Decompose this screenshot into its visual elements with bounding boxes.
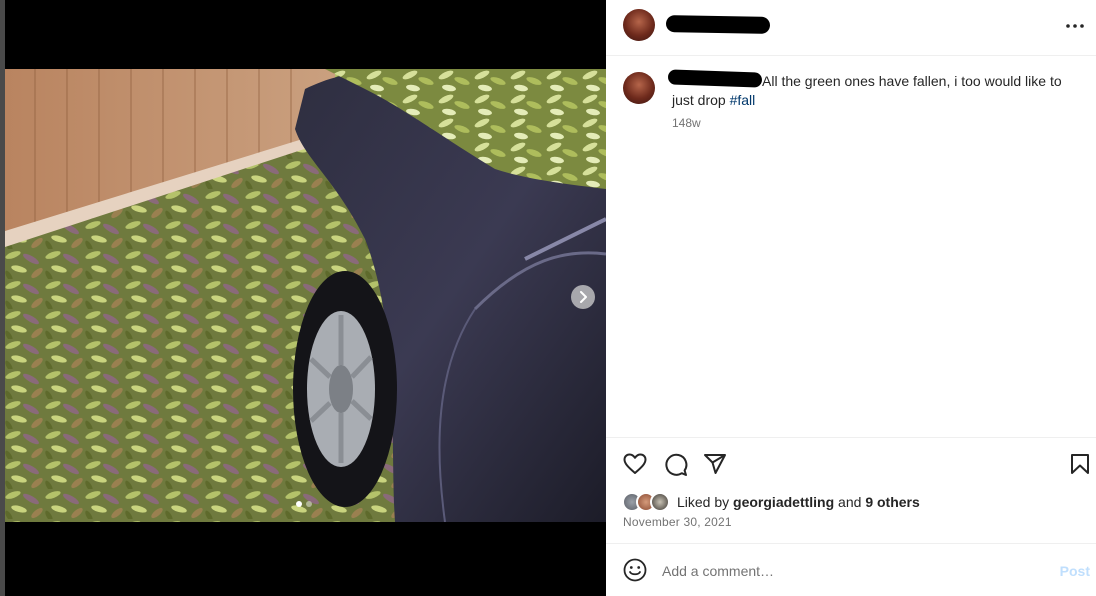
comment-icon: [665, 453, 688, 476]
like-button[interactable]: [623, 453, 647, 480]
likes-prefix: Liked by: [677, 494, 734, 510]
carousel-dot-active: [296, 501, 302, 507]
bookmark-icon: [1071, 454, 1089, 474]
emoji-icon: [623, 558, 647, 582]
emoji-button[interactable]: [623, 558, 647, 587]
redacted-username: [665, 15, 771, 34]
more-options-icon: [1066, 24, 1084, 28]
comment-button[interactable]: [664, 453, 688, 482]
author-avatar[interactable]: [623, 9, 655, 41]
liker-avatar: [650, 492, 670, 512]
post-photo: [5, 69, 606, 522]
comment-bar: Post: [606, 543, 1096, 596]
caption-author-avatar[interactable]: [623, 72, 655, 104]
action-bar: [606, 437, 1096, 492]
likes-text: Liked by georgiadettling and 9 others: [677, 494, 920, 510]
caption-time-ago[interactable]: 148w: [672, 116, 701, 130]
carousel-indicator: [296, 501, 312, 507]
post-header: [606, 0, 1096, 56]
save-button[interactable]: [1070, 453, 1090, 480]
post-media: [0, 0, 606, 596]
carousel-next-button[interactable]: [571, 285, 595, 309]
heart-icon: [623, 453, 647, 474]
carousel-dot: [306, 501, 312, 507]
liker-avatars: [622, 492, 672, 512]
share-icon: [704, 454, 726, 474]
post-panel: All the green ones have fallen, i too wo…: [606, 0, 1096, 596]
more-options-button[interactable]: [1064, 16, 1086, 36]
post-date[interactable]: November 30, 2021: [623, 515, 732, 529]
likes-summary: Liked by georgiadettling and 9 others: [622, 492, 920, 512]
post-comment-button[interactable]: Post: [1060, 563, 1090, 579]
liked-by-user-link[interactable]: georgiadettling: [733, 494, 834, 510]
share-button[interactable]: [703, 453, 727, 480]
hashtag-link[interactable]: #fall: [730, 92, 756, 108]
chevron-right-icon: [580, 291, 587, 303]
others-link[interactable]: 9 others: [865, 494, 919, 510]
post-caption: All the green ones have fallen, i too wo…: [672, 72, 1072, 110]
comment-input[interactable]: [662, 561, 1012, 581]
likes-and: and: [834, 494, 866, 510]
